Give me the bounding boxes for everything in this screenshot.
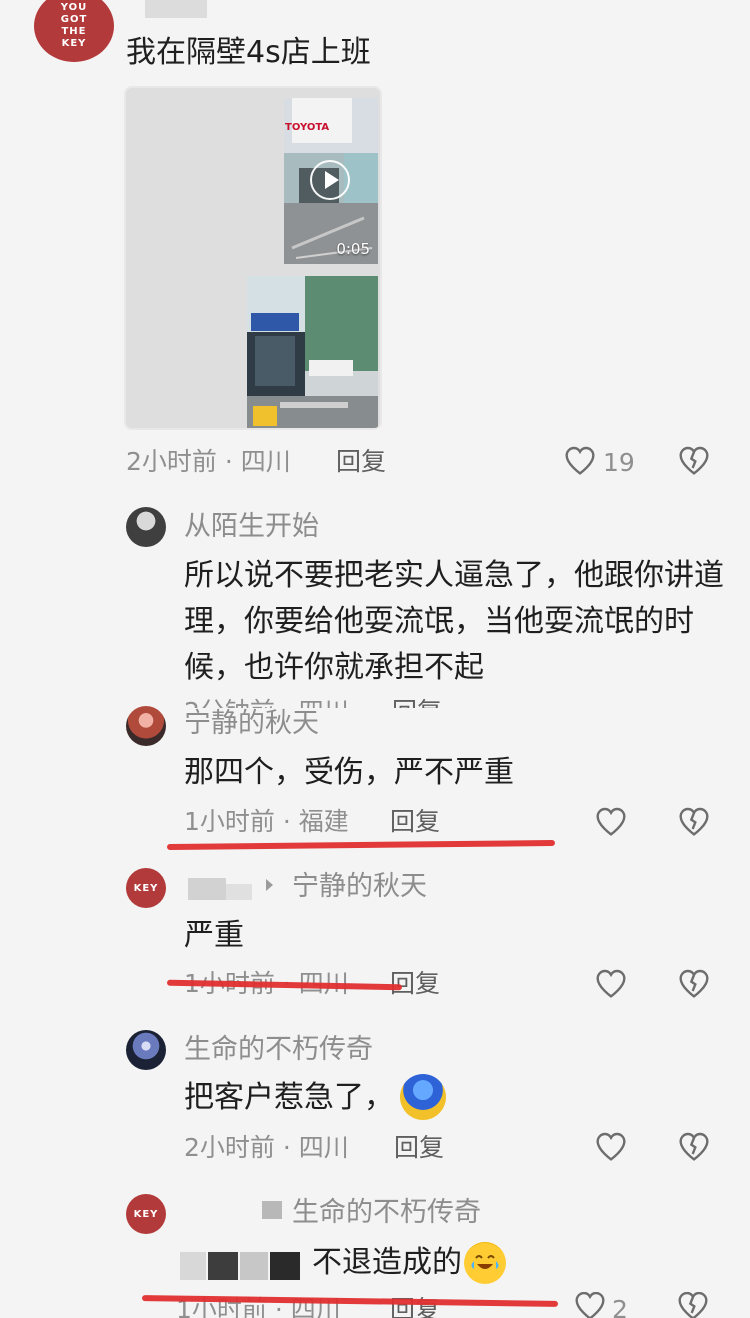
- comment-meta-reply-4: 2小时前 · 四川: [184, 1133, 349, 1162]
- username-reply-4[interactable]: 生命的不朽传奇: [184, 1033, 373, 1067]
- heart-outline-icon[interactable]: [574, 1292, 606, 1318]
- avatar-user-3[interactable]: KEY: [126, 868, 166, 908]
- blurred-username: [188, 878, 226, 900]
- comment-text-reply-1: 所以说不要把老实人逼急了，他跟你讲道理，你要给他耍流氓，当他耍流氓的时候，也许你…: [184, 558, 724, 685]
- broken-heart-icon[interactable]: [677, 1292, 709, 1318]
- avatar-user-4[interactable]: [126, 1030, 166, 1070]
- comment-text-main: 我在隔壁4s店上班: [126, 35, 371, 70]
- video-thumbnail[interactable]: TOYOTA 0:05: [284, 98, 378, 264]
- heart-outline-icon[interactable]: [594, 1129, 628, 1163]
- reply-button-reply-2[interactable]: 回复: [390, 806, 440, 838]
- avatar-brand-text: KEY: [133, 1208, 159, 1220]
- play-icon[interactable]: [310, 160, 350, 200]
- blurred-content-block: [240, 1252, 268, 1280]
- comment-thread-screen: YOU GOT THE KEY 我在隔壁4s店上班 TOYOTA 0:05 2小…: [0, 0, 750, 1318]
- blurred-username: [262, 1201, 282, 1219]
- reply-target-3[interactable]: 宁静的秋天: [292, 870, 427, 904]
- username-reply-2[interactable]: 宁静的秋天: [184, 707, 319, 741]
- comment-text-reply-5: 不退造成的: [312, 1245, 462, 1280]
- top-user-avatar[interactable]: YOU GOT THE KEY: [34, 0, 114, 62]
- blurred-username: [145, 0, 207, 18]
- comment-text-reply-4: 把客户惹急了，: [184, 1080, 394, 1115]
- heart-outline-icon[interactable]: [594, 966, 628, 1000]
- reply-button-reply-5[interactable]: 回复: [390, 1294, 440, 1318]
- heart-outline-icon[interactable]: [563, 443, 597, 477]
- comment-meta-reply-2: 1小时前 · 福建: [184, 807, 349, 836]
- avatar-brand-text: YOU GOT THE KEY: [60, 2, 88, 49]
- laughing-crying-emoji-icon: [464, 1242, 506, 1284]
- comment-text-reply-2: 那四个，受伤，严不严重: [184, 755, 514, 790]
- media-attachment-card[interactable]: TOYOTA 0:05: [124, 86, 382, 430]
- heart-outline-icon[interactable]: [594, 804, 628, 838]
- toyota-brand-label: TOYOTA: [285, 122, 330, 133]
- username-reply-1[interactable]: 从陌生开始: [184, 510, 319, 544]
- arrow-right-icon: [262, 876, 278, 894]
- video-duration: 0:05: [336, 240, 370, 258]
- avatar-user-1[interactable]: [126, 507, 166, 547]
- avatar-user-2[interactable]: [126, 706, 166, 746]
- reply-button-reply-1[interactable]: 回复: [392, 696, 442, 708]
- blurred-content-block: [270, 1252, 300, 1280]
- broken-heart-icon[interactable]: [677, 443, 711, 477]
- reply-button-main[interactable]: 回复: [336, 446, 386, 478]
- blurred-content-block: [180, 1252, 206, 1280]
- likes-count-main: 19: [603, 448, 635, 477]
- red-underline-1: [166, 839, 556, 851]
- storefront-photo-icon: [247, 276, 378, 428]
- reply-target-5[interactable]: 生命的不朽传奇: [292, 1196, 481, 1230]
- comment-text-reply-3: 严重: [184, 918, 244, 953]
- likes-count-reply-5: 2: [612, 1295, 628, 1318]
- emoji-sticker-icon: [400, 1074, 446, 1120]
- avatar-user-5[interactable]: KEY: [126, 1194, 166, 1234]
- blurred-username: [226, 884, 252, 900]
- reply-button-reply-4[interactable]: 回复: [394, 1132, 444, 1164]
- broken-heart-icon[interactable]: [677, 804, 711, 838]
- broken-heart-icon[interactable]: [677, 1129, 711, 1163]
- blurred-content-block: [208, 1252, 238, 1280]
- broken-heart-icon[interactable]: [677, 966, 711, 1000]
- comment-meta-main: 2小时前 · 四川: [126, 447, 291, 476]
- photo-thumbnail[interactable]: [247, 276, 378, 428]
- avatar-brand-text: KEY: [133, 882, 159, 894]
